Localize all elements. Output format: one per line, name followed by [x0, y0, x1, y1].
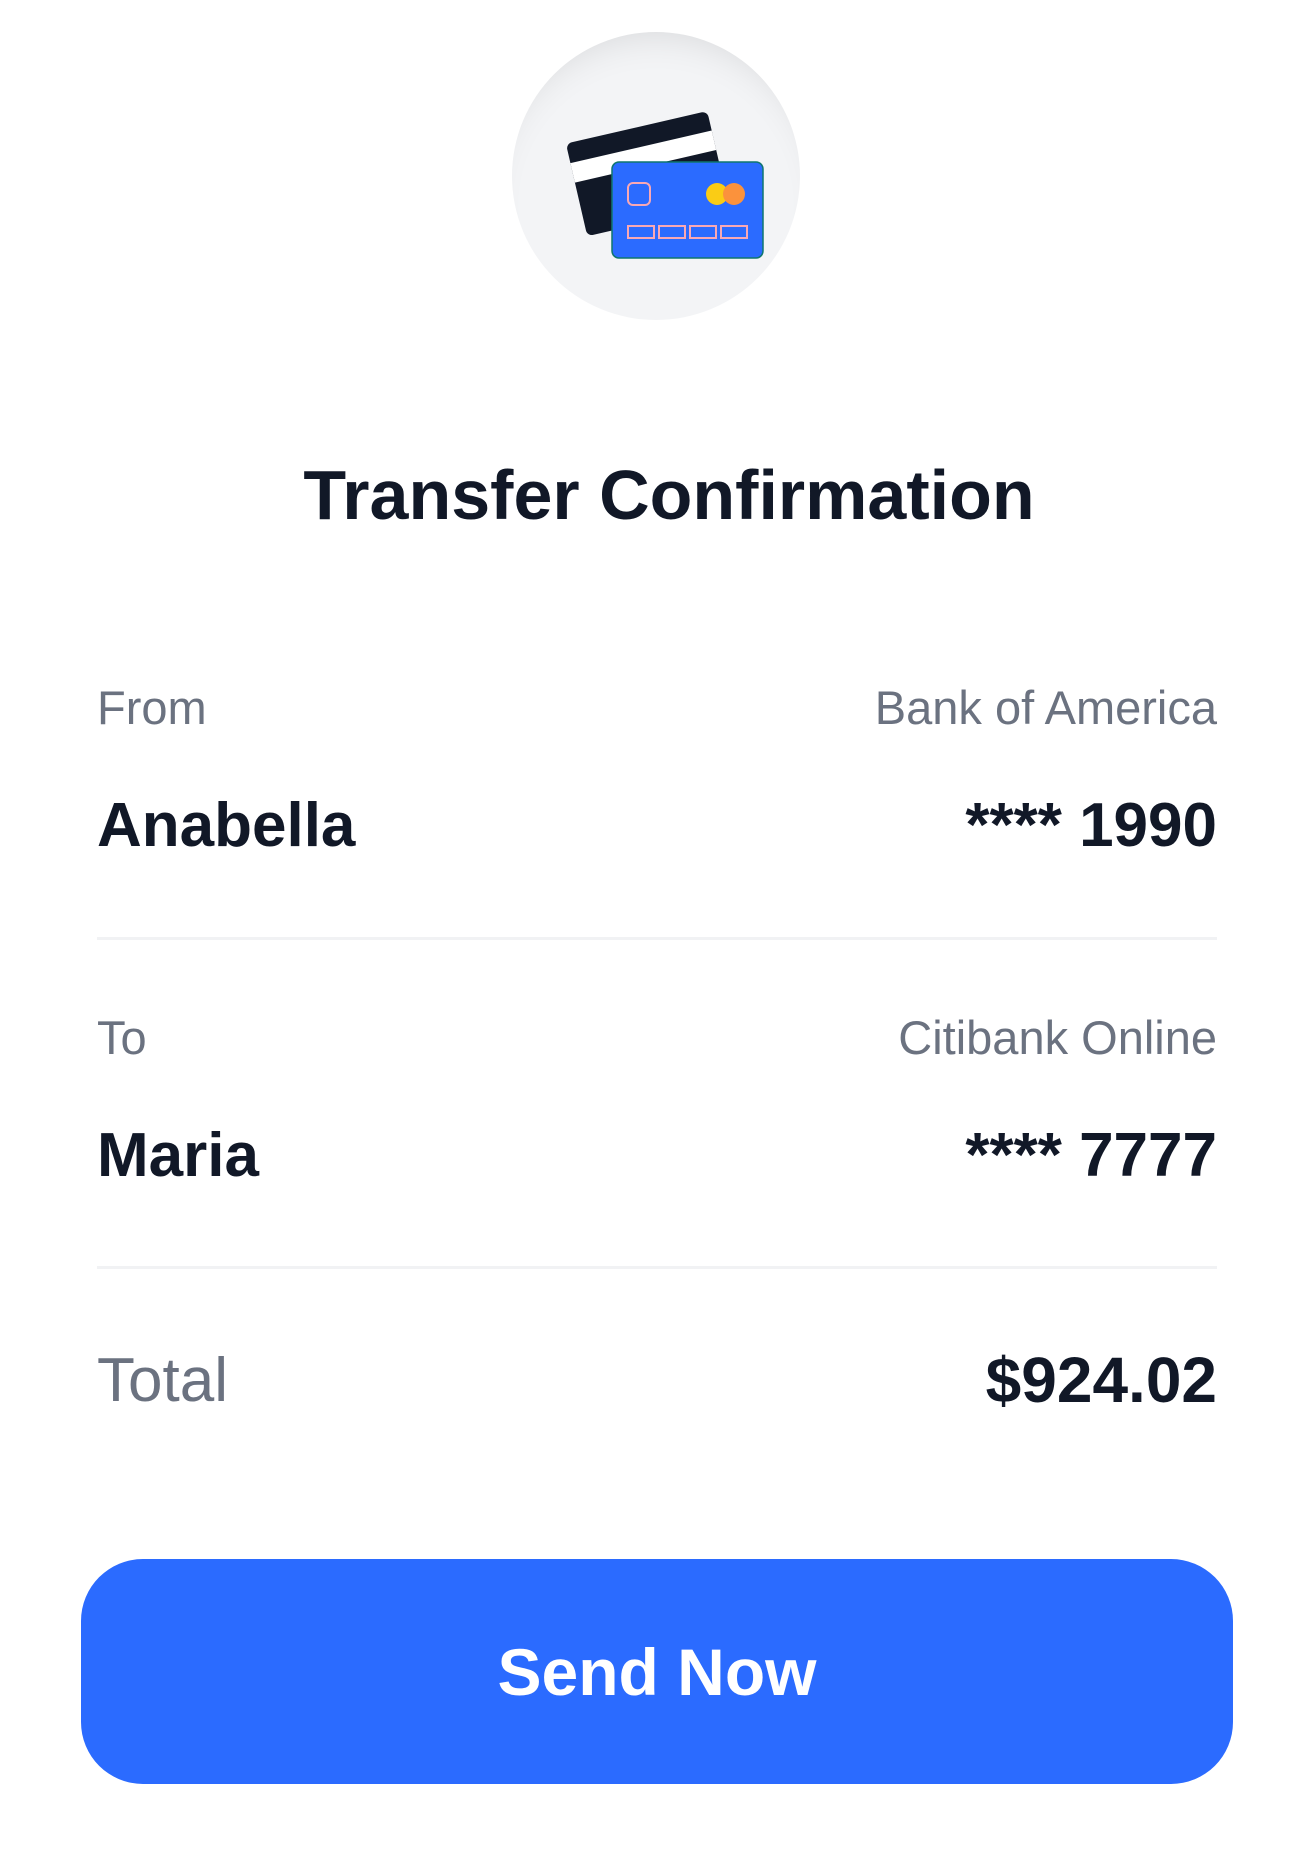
from-label: From [97, 681, 207, 734]
divider [97, 937, 1217, 940]
total-amount: $924.02 [985, 1344, 1217, 1416]
to-account: **** 7777 [965, 1121, 1217, 1190]
divider [97, 1266, 1217, 1269]
from-header-row: From Bank of America [97, 680, 1217, 735]
credit-card-icon [567, 112, 764, 259]
from-bank: Bank of America [874, 681, 1217, 734]
page-title: Transfer Confirmation [303, 456, 1035, 534]
card-icon-badge [512, 32, 800, 320]
to-name: Maria [97, 1121, 259, 1190]
from-account: **** 1990 [965, 791, 1217, 860]
to-detail-row: Maria **** 7777 [97, 1120, 1217, 1191]
to-bank: Citibank Online [898, 1011, 1217, 1064]
send-now-button[interactable]: Send Now [81, 1559, 1233, 1784]
from-name: Anabella [97, 791, 356, 860]
total-label: Total [97, 1345, 228, 1415]
total-row: Total $924.02 [97, 1343, 1217, 1417]
to-header-row: To Citibank Online [97, 1010, 1217, 1065]
from-detail-row: Anabella **** 1990 [97, 790, 1217, 861]
to-label: To [97, 1011, 147, 1064]
